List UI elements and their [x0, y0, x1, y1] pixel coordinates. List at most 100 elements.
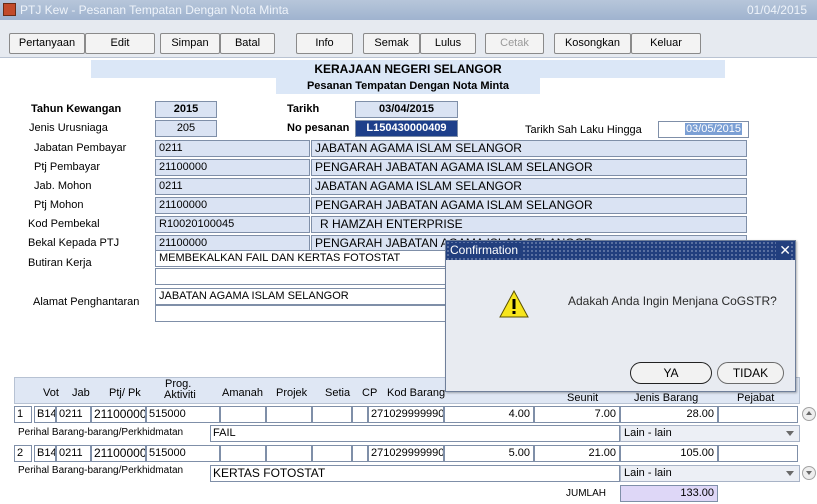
jabatan-pembayar-label: Jabatan Pembayar	[34, 142, 127, 154]
row1-kod[interactable]: 271029999990	[368, 406, 444, 423]
cetak-button[interactable]: Cetak	[485, 33, 544, 54]
row2-qty[interactable]: 5.00	[444, 445, 534, 462]
jab-mohon-name[interactable]: JABATAN AGAMA ISLAM SELANGOR	[311, 178, 747, 195]
chevron-down-icon	[786, 471, 794, 476]
tarikh-sah-label: Tarikh Sah Laku Hingga	[525, 124, 642, 136]
row2-amanah[interactable]	[220, 445, 266, 462]
row2-prog[interactable]: 515000	[146, 445, 220, 462]
row2-jab[interactable]: 0211	[56, 445, 91, 462]
lulus-button[interactable]: Lulus	[420, 33, 476, 54]
tahun-kewangan-label: Tahun Kewangan	[31, 103, 122, 115]
row1-amanah[interactable]	[220, 406, 266, 423]
batal-button[interactable]: Batal	[220, 33, 275, 54]
scroll-up-button[interactable]	[802, 407, 816, 421]
no-pesanan-field[interactable]: L150430000409	[355, 120, 458, 137]
col-vot: Vot	[43, 387, 59, 399]
row2-setia[interactable]	[312, 445, 352, 462]
chevron-down-icon	[806, 471, 812, 475]
row1-prog[interactable]: 515000	[146, 406, 220, 423]
row1-pejabat[interactable]	[718, 406, 798, 423]
col-amanah: Amanah	[222, 387, 263, 399]
row2-kod[interactable]: 271029999990	[368, 445, 444, 462]
row1-seunit[interactable]: 7.00	[534, 406, 620, 423]
row1-projek[interactable]	[266, 406, 312, 423]
row1-jenis-dropdown[interactable]: Lain - lain	[620, 425, 800, 442]
row2-jumlah[interactable]: 105.00	[620, 445, 718, 462]
row2-projek[interactable]	[266, 445, 312, 462]
kod-pembekal-name[interactable]: R HAMZAH ENTERPRISE	[311, 216, 747, 233]
col-setia: Setia	[325, 387, 351, 399]
alamat-penghantaran-label: Alamat Penghantaran	[33, 296, 140, 308]
row1-ptj[interactable]: 21100000	[91, 406, 146, 423]
row2-pejabat[interactable]	[718, 445, 798, 462]
row2-ptj[interactable]: 21100000	[91, 445, 146, 462]
chevron-down-icon	[786, 431, 794, 436]
ptj-pembayar-label: Ptj Pembayar	[34, 161, 101, 173]
window-date: 01/04/2015	[746, 3, 807, 17]
jabatan-pembayar-code[interactable]: 0211	[155, 140, 310, 157]
ptj-pembayar-name[interactable]: PENGARAH JABATAN AGAMA ISLAM SELANGOR	[311, 159, 747, 176]
jab-mohon-code[interactable]: 0211	[155, 178, 310, 195]
edit-button[interactable]: Edit	[85, 33, 155, 54]
info-button[interactable]: Info	[296, 33, 353, 54]
row1-perihal[interactable]: FAIL	[210, 425, 620, 442]
row2-no[interactable]: 2	[14, 445, 32, 462]
chevron-up-icon	[806, 411, 812, 415]
semak-button[interactable]: Semak	[363, 33, 420, 54]
jenis-urusniaga-field[interactable]: 205	[155, 120, 217, 137]
row1-no[interactable]: 1	[14, 406, 32, 423]
jenis-urusniaga-label: Jenis Urusniaga	[29, 122, 108, 134]
kosongkan-button[interactable]: Kosongkan	[554, 33, 631, 54]
pertanyaan-button[interactable]: Pertanyaan	[9, 33, 85, 54]
close-icon[interactable]: ✕	[776, 241, 791, 260]
dialog-title-bar: Confirmation	[446, 241, 795, 260]
row1-jab[interactable]: 0211	[56, 406, 91, 423]
jumlah-total: 133.00	[620, 485, 718, 502]
ya-button[interactable]: YA	[630, 362, 712, 384]
row2-cp[interactable]	[352, 445, 368, 462]
window-title: PTJ Kew - Pesanan Tempatan Dengan Nota M…	[20, 3, 289, 17]
jumlah-label: JUMLAH	[566, 488, 607, 499]
kod-pembekal-label: Kod Pembekal	[28, 218, 100, 230]
row1-perihal-label: Perihal Barang-barang/Perkhidmatan	[18, 427, 184, 438]
row1-vot[interactable]: B14	[34, 406, 56, 423]
row2-jenis-value: Lain - lain	[624, 467, 672, 479]
tidak-button[interactable]: TIDAK	[717, 362, 784, 384]
col-cp: CP	[362, 387, 378, 399]
warning-icon	[499, 290, 529, 318]
ptj-mohon-name[interactable]: PENGARAH JABATAN AGAMA ISLAM SELANGOR	[311, 197, 747, 214]
row1-qty[interactable]: 4.00	[444, 406, 534, 423]
row1-jumlah[interactable]: 28.00	[620, 406, 718, 423]
row2-jenis-dropdown[interactable]: Lain - lain	[620, 465, 800, 482]
window-title-bar: PTJ Kew - Pesanan Tempatan Dengan Nota M…	[0, 0, 817, 20]
row2-seunit[interactable]: 21.00	[534, 445, 620, 462]
ptj-pembayar-code[interactable]: 21100000	[155, 159, 310, 176]
page-title: KERAJAAN NEGERI SELANGOR	[91, 60, 725, 78]
tarikh-sah-field[interactable]: 03/05/2015	[658, 121, 749, 138]
row2-vot[interactable]: B14	[34, 445, 56, 462]
simpan-button[interactable]: Simpan	[160, 33, 220, 54]
col-ptj-pk: Ptj/ Pk	[109, 387, 141, 399]
col-jab: Jab	[72, 387, 90, 399]
tarikh-field[interactable]: 03/04/2015	[355, 101, 458, 118]
row2-perihal-label: Perihal Barang-barang/Perkhidmatan	[18, 465, 184, 476]
ptj-mohon-code[interactable]: 21100000	[155, 197, 310, 214]
row1-setia[interactable]	[312, 406, 352, 423]
row2-perihal[interactable]: KERTAS FOTOSTAT	[210, 465, 620, 482]
bekal-kepada-ptj-label: Bekal Kepada PTJ	[28, 237, 120, 249]
butiran-kerja-label: Butiran Kerja	[28, 257, 92, 269]
dialog-title: Confirmation	[450, 243, 523, 257]
page-subtitle: Pesanan Tempatan Dengan Nota Minta	[276, 78, 540, 94]
scroll-down-button[interactable]	[802, 466, 816, 480]
dialog-message: Adakah Anda Ingin Menjana CoGSTR?	[568, 294, 777, 308]
col-seunit: Seunit	[567, 392, 599, 404]
row1-cp[interactable]	[352, 406, 368, 423]
tahun-kewangan-field[interactable]: 2015	[155, 101, 217, 118]
keluar-button[interactable]: Keluar	[631, 33, 701, 54]
no-pesanan-label: No pesanan	[287, 122, 350, 134]
col-pejabat: Pejabat	[737, 392, 775, 404]
jabatan-pembayar-name[interactable]: JABATAN AGAMA ISLAM SELANGOR	[311, 140, 747, 157]
ptj-mohon-label: Ptj Mohon	[34, 199, 84, 211]
kod-pembekal-code[interactable]: R10020100045	[155, 216, 310, 233]
row1-jenis-value: Lain - lain	[624, 427, 672, 439]
